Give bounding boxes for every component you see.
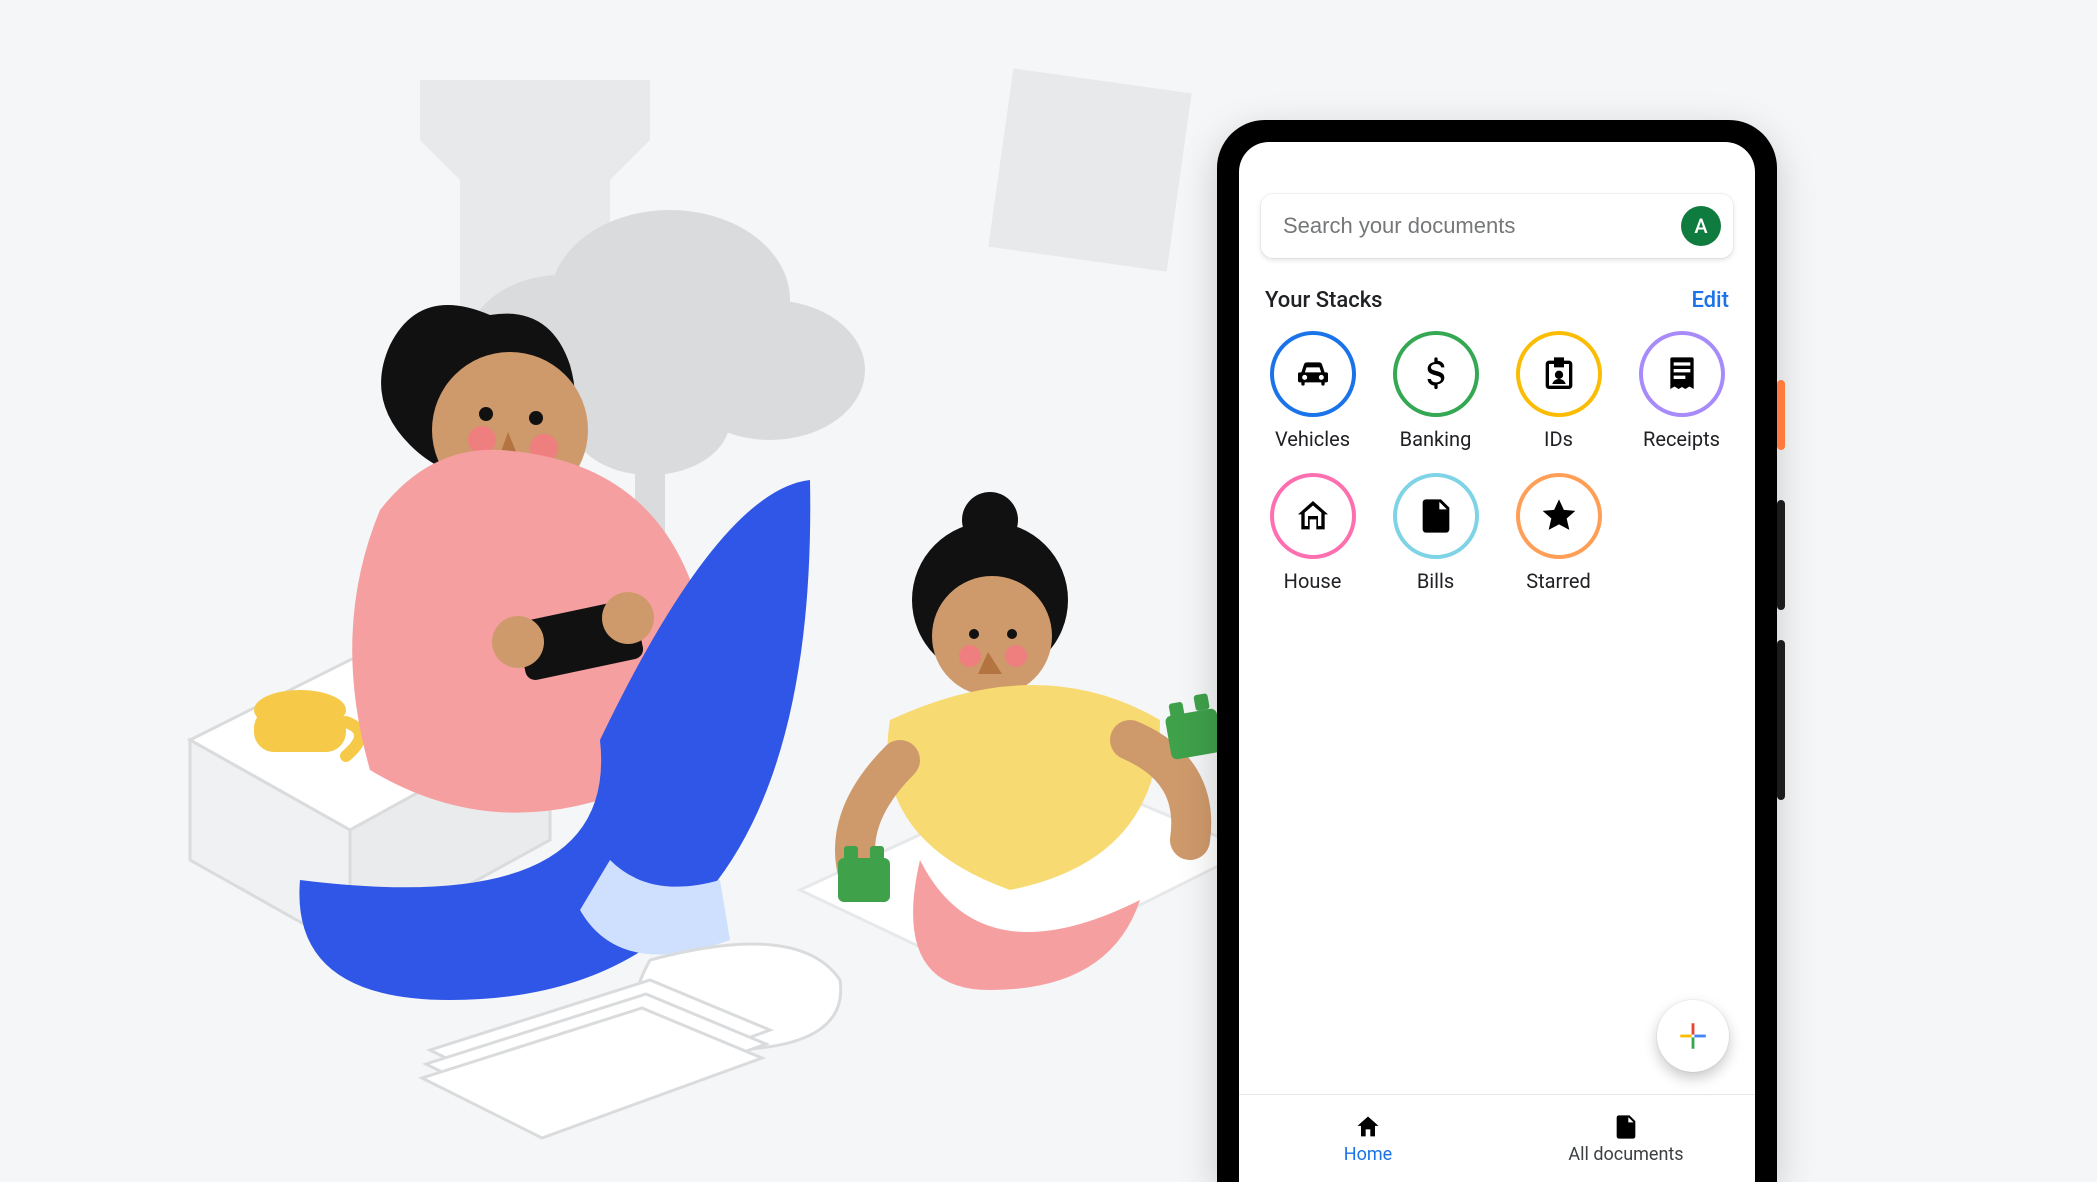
document-icon xyxy=(1612,1113,1640,1141)
add-fab[interactable] xyxy=(1657,1000,1729,1072)
edit-button[interactable]: Edit xyxy=(1691,288,1729,313)
bottom-nav: Home All documents xyxy=(1239,1094,1755,1182)
stack-label: Bills xyxy=(1417,569,1454,593)
nav-all-documents[interactable]: All documents xyxy=(1497,1095,1755,1182)
stacks-heading: Your Stacks xyxy=(1265,288,1383,313)
stack-ids[interactable]: IDs xyxy=(1505,331,1612,451)
stack-receipts[interactable]: Receipts xyxy=(1628,331,1735,451)
car-icon xyxy=(1270,331,1356,417)
stack-label: Receipts xyxy=(1643,427,1720,451)
stack-label: Banking xyxy=(1400,427,1472,451)
stack-label: Vehicles xyxy=(1275,427,1350,451)
stack-label: Starred xyxy=(1526,569,1591,593)
search-input[interactable] xyxy=(1283,213,1667,239)
stack-bills[interactable]: Bills xyxy=(1382,473,1489,593)
stacks-grid: Vehicles Banking IDs Receipts House Bills Star… xyxy=(1239,323,1755,593)
stack-starred[interactable]: Starred xyxy=(1505,473,1612,593)
receipt-icon xyxy=(1639,331,1725,417)
nav-label: Home xyxy=(1344,1144,1392,1165)
stack-vehicles[interactable]: Vehicles xyxy=(1259,331,1366,451)
bill-icon xyxy=(1393,473,1479,559)
phone-volume-button xyxy=(1777,500,1785,610)
phone-frame: A Your Stacks Edit Vehicles Banking IDs Rec… xyxy=(1217,120,1777,1182)
app-screen: A Your Stacks Edit Vehicles Banking IDs Rec… xyxy=(1239,142,1755,1182)
account-avatar[interactable]: A xyxy=(1681,206,1721,246)
stack-label: House xyxy=(1284,569,1342,593)
star-icon xyxy=(1516,473,1602,559)
home-icon xyxy=(1354,1113,1382,1141)
phone-power-button xyxy=(1777,380,1785,450)
phone-volume-button xyxy=(1777,640,1785,800)
house-icon xyxy=(1270,473,1356,559)
nav-label: All documents xyxy=(1568,1144,1683,1165)
stack-banking[interactable]: Banking xyxy=(1382,331,1489,451)
hero-illustration xyxy=(130,40,1230,1140)
dollar-icon xyxy=(1393,331,1479,417)
stack-label: IDs xyxy=(1544,427,1573,451)
id-badge-icon xyxy=(1516,331,1602,417)
stack-house[interactable]: House xyxy=(1259,473,1366,593)
nav-home[interactable]: Home xyxy=(1239,1095,1497,1182)
search-bar[interactable]: A xyxy=(1261,194,1733,258)
plus-icon xyxy=(1676,1019,1710,1053)
